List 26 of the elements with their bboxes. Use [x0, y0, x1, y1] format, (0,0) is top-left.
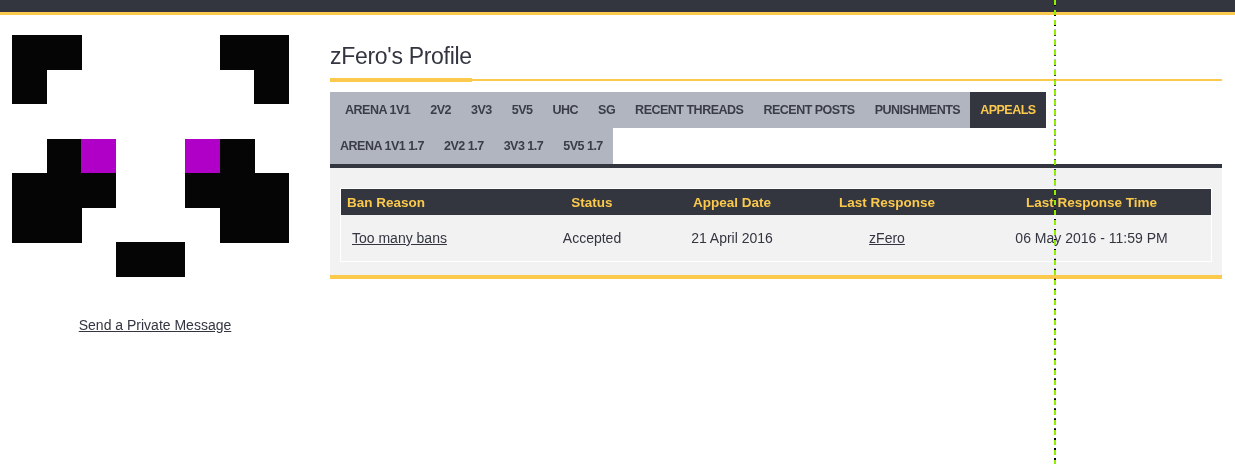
- column-header: Last Response: [802, 188, 972, 215]
- table-cell: 06 May 2016 - 11:59 PM: [1015, 230, 1168, 246]
- column-header: Ban Reason: [340, 188, 522, 215]
- tab[interactable]: APPEALS: [970, 92, 1046, 128]
- table-cell: Accepted: [562, 230, 622, 246]
- tab[interactable]: ARENA 1V1: [330, 92, 421, 128]
- tab[interactable]: UHC: [542, 92, 589, 128]
- tab[interactable]: 2V2 1.7: [434, 128, 494, 164]
- tab[interactable]: 5V5 1.7: [553, 128, 613, 164]
- tab[interactable]: 2V2: [420, 92, 461, 128]
- tab[interactable]: PUNISHMENTS: [864, 92, 971, 128]
- tab[interactable]: 5V5: [501, 92, 543, 128]
- profile-title: zFero's Profile: [330, 39, 472, 82]
- tab[interactable]: 3V3 1.7: [493, 128, 554, 164]
- tab[interactable]: 3V3: [460, 92, 502, 128]
- tab[interactable]: SG: [588, 92, 626, 128]
- tab[interactable]: RECENT THREADS: [625, 92, 754, 128]
- table-cell: 21 April 2016: [691, 230, 773, 246]
- ban-reason-link[interactable]: Too many bans: [352, 230, 447, 246]
- column-header: Appeal Date: [662, 188, 802, 215]
- column-header: Status: [522, 188, 662, 215]
- column-header: Last Response Time: [972, 188, 1212, 215]
- tab[interactable]: ARENA 1V1 1.7: [330, 128, 435, 164]
- private-message-link[interactable]: Send a Private Message: [78, 317, 232, 333]
- user-link[interactable]: zFero: [869, 230, 905, 246]
- tab[interactable]: RECENT POSTS: [753, 92, 865, 128]
